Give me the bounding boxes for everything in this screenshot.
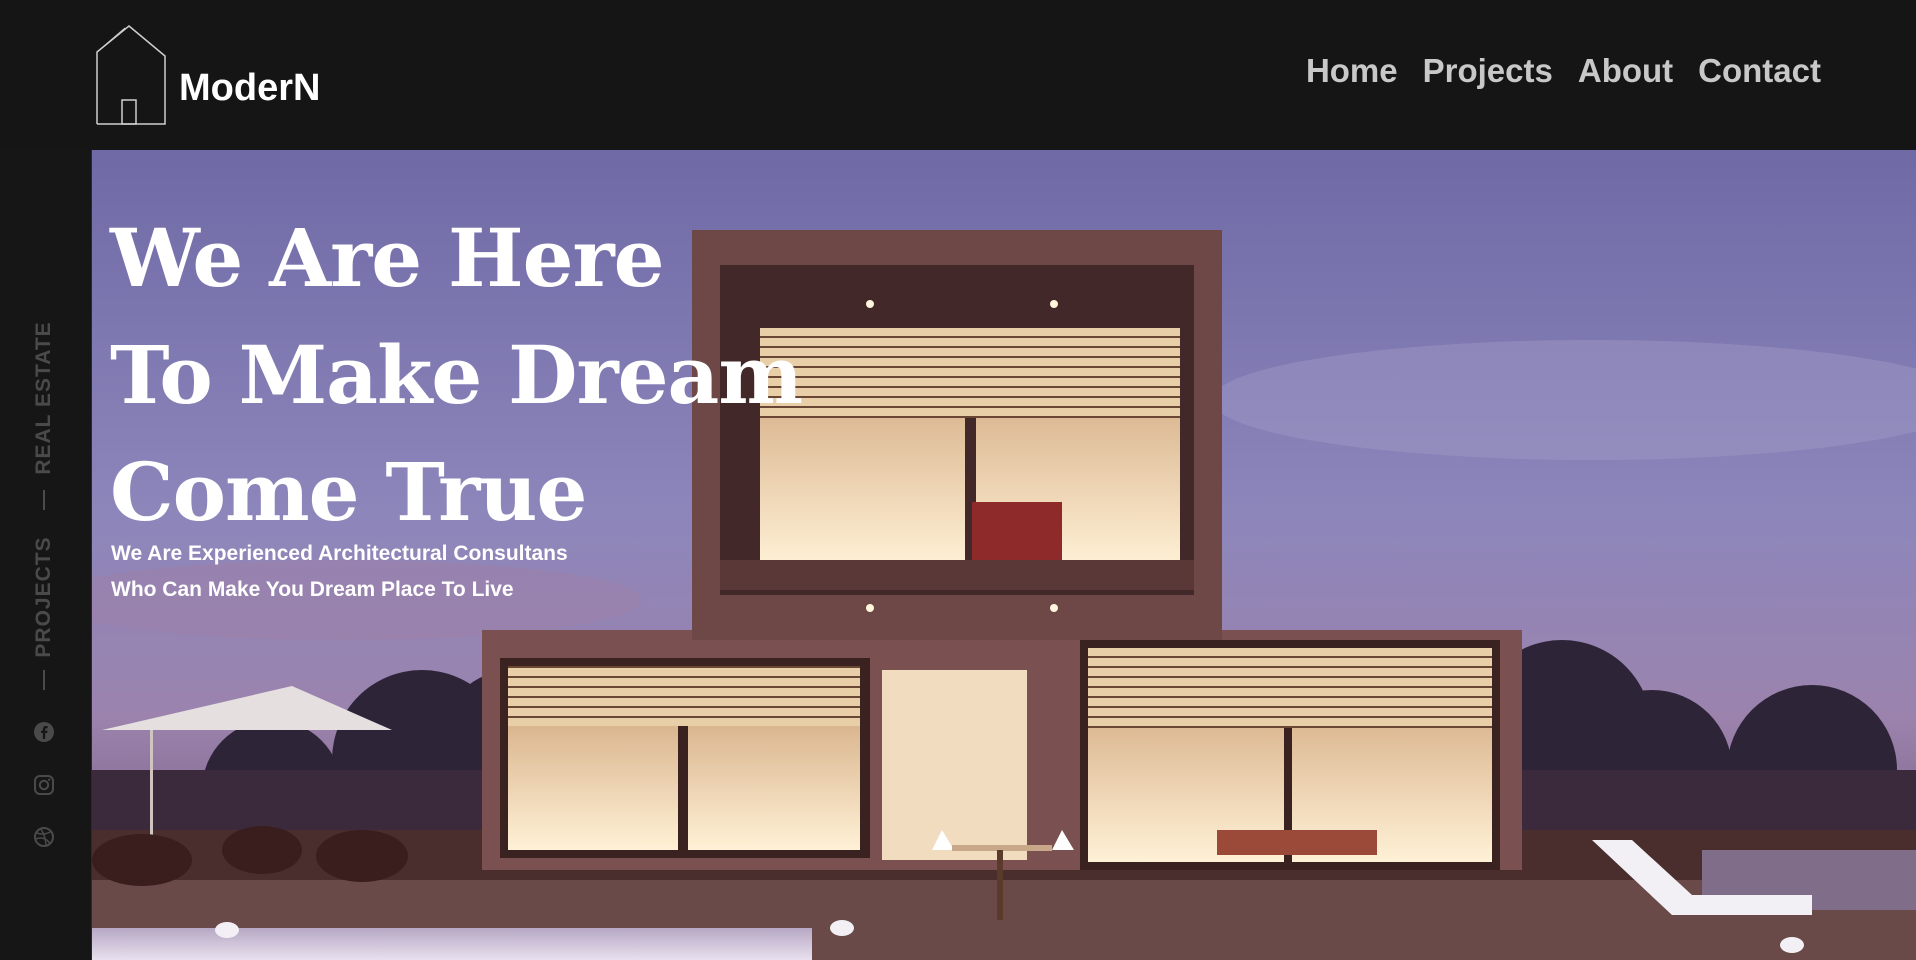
top-header: ModerN Home Projects About Contact	[0, 0, 1916, 150]
logo-text: ModerN	[179, 67, 321, 109]
instagram-icon[interactable]	[33, 774, 55, 796]
hero-headline-line: To Make Dream	[110, 328, 803, 422]
sidebar-divider	[43, 670, 45, 690]
nav-home[interactable]: Home	[1306, 52, 1398, 90]
nav-about[interactable]: About	[1578, 52, 1673, 90]
logo[interactable]: ModerN	[95, 24, 320, 126]
sidebar-divider	[43, 490, 45, 510]
hero-headline: We Are Here To Make Dream Come True	[110, 200, 803, 551]
hero-subtitle-line: Who Can Make You Dream Place To Live	[111, 578, 514, 601]
sidebar-label-projects[interactable]: PROJECTS	[32, 536, 56, 657]
hero-headline-line: We Are Here	[110, 211, 665, 305]
hero-subtitle-line: We Are Experienced Architectural Consult…	[111, 542, 568, 565]
hero-headline-line: Come True	[110, 445, 587, 539]
main-nav: Home Projects About Contact	[1306, 52, 1821, 90]
sidebar-label-real-estate[interactable]: REAL ESTATE	[32, 321, 56, 474]
facebook-icon[interactable]	[33, 721, 55, 743]
hero-subtitle: We Are Experienced Architectural Consult…	[111, 536, 568, 608]
house-outline-icon	[96, 25, 166, 125]
hero-section: We Are Here To Make Dream Come True We A…	[92, 150, 1916, 960]
nav-contact[interactable]: Contact	[1698, 52, 1821, 90]
dribbble-icon[interactable]	[33, 826, 55, 848]
nav-projects[interactable]: Projects	[1423, 52, 1553, 90]
left-sidebar: REAL ESTATE PROJECTS	[0, 150, 92, 960]
